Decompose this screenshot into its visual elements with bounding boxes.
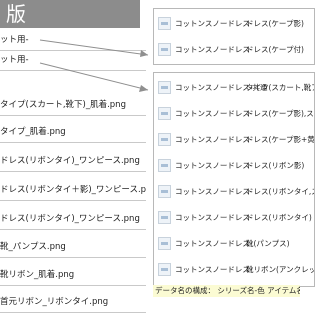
table-row[interactable]: コットンスノードレス- ドレス(ケープ影+黄 (154, 129, 314, 150)
format-note-text: データ名の構成： シリーズ名-色 アイテム名_ (155, 286, 300, 295)
list-item[interactable]: タイプ_肌着.png (0, 122, 146, 143)
table-row[interactable]: コットンスノードレス- ドレス(リボンタイ) (154, 207, 314, 228)
row-name: コットンスノードレス- (175, 109, 253, 118)
row-type: 靴(パンプス) (246, 239, 290, 248)
arrowhead-icon (139, 85, 148, 92)
row-type: ドレス(リボン影) (246, 161, 305, 170)
row-type: ドレス(ケープ付) (246, 45, 304, 54)
row-type: 靴リボン(アンクレット (246, 265, 314, 274)
row-type: ドレス(ケープ影) (246, 19, 304, 28)
list-item[interactable]: タイプ(スカート,靴下)_肌着.png (0, 95, 146, 116)
image-thumbnail-icon (158, 185, 171, 198)
page-title: 版 (0, 0, 140, 28)
image-thumbnail-icon (158, 211, 171, 224)
row-name: コットンスノードレス- (175, 213, 253, 222)
list-item[interactable]: ドレス(リボンタイ)_ワンピース.png (0, 209, 146, 230)
image-thumbnail-icon (158, 81, 171, 94)
main-file-panel: コットンスノードレス-共通 タイツ(スカート,靴ア コットンスノードレス- ドレ… (153, 72, 315, 287)
row-name: コットンスノードレス- (175, 161, 253, 170)
top-file-panel: コットンスノードレス- ドレス(ケープ影) コットンスノードレス- ドレス(ケー… (153, 8, 315, 65)
table-row[interactable]: コットンスノードレス- ドレス(ケープ影) (154, 13, 314, 34)
table-row[interactable]: コットンスノードレス- ドレス(ケープ付) (154, 39, 314, 60)
list-item[interactable]: 首元リボン_リボンタイ.png (0, 292, 146, 313)
image-thumbnail-icon (158, 159, 171, 172)
table-row[interactable]: コットンスノードレス- ドレス(ケープ影),スカ (154, 103, 314, 124)
image-thumbnail-icon (158, 17, 171, 30)
row-type: ドレス(リボンタイ,ス (246, 187, 314, 196)
row-type: ドレス(ケープ影),スカ (246, 109, 314, 118)
row-name: コットンスノードレス- (175, 45, 253, 54)
list-item[interactable]: ット用- (0, 30, 146, 51)
row-name: コットンスノードレス- (175, 187, 253, 196)
table-row[interactable]: コットンスノードレス- ドレス(リボンタイ,ス (154, 181, 314, 202)
list-item[interactable]: 靴リボン_肌着.png (0, 265, 146, 286)
table-row[interactable]: コットンスノードレス- 靴リボン(アンクレット (154, 259, 314, 280)
row-name: コットンスノードレス- (175, 19, 253, 28)
row-type: ドレス(リボンタイ) (246, 213, 312, 222)
image-thumbnail-icon (158, 43, 171, 56)
data-name-format-note: データ名の構成： シリーズ名-色 アイテム名_使 (153, 285, 300, 297)
row-type: ドレス(ケープ影+黄 (246, 135, 314, 144)
list-item[interactable]: ドレス(リボンタイ)_ワンピース.png (0, 151, 146, 172)
row-type: タイツ(スカート,靴ア (246, 83, 314, 92)
table-row[interactable]: コットンスノードレス- 靴(パンプス) (154, 233, 314, 254)
list-item[interactable]: ドレス(リボンタイ＋影)_ワンピース.png (0, 180, 146, 201)
image-thumbnail-icon (158, 133, 171, 146)
list-item[interactable]: 靴_パンプス.png (0, 237, 146, 258)
table-row[interactable]: コットンスノードレス- ドレス(リボン影) (154, 155, 314, 176)
list-item[interactable]: ット用- (0, 50, 146, 71)
image-thumbnail-icon (158, 237, 171, 250)
table-row[interactable]: コットンスノードレス-共通 タイツ(スカート,靴ア (154, 77, 314, 98)
row-name: コットンスノードレス- (175, 239, 253, 248)
image-thumbnail-icon (158, 107, 171, 120)
image-thumbnail-icon (158, 263, 171, 276)
row-name: コットンスノードレス- (175, 135, 253, 144)
row-name: コットンスノードレス- (175, 265, 253, 274)
